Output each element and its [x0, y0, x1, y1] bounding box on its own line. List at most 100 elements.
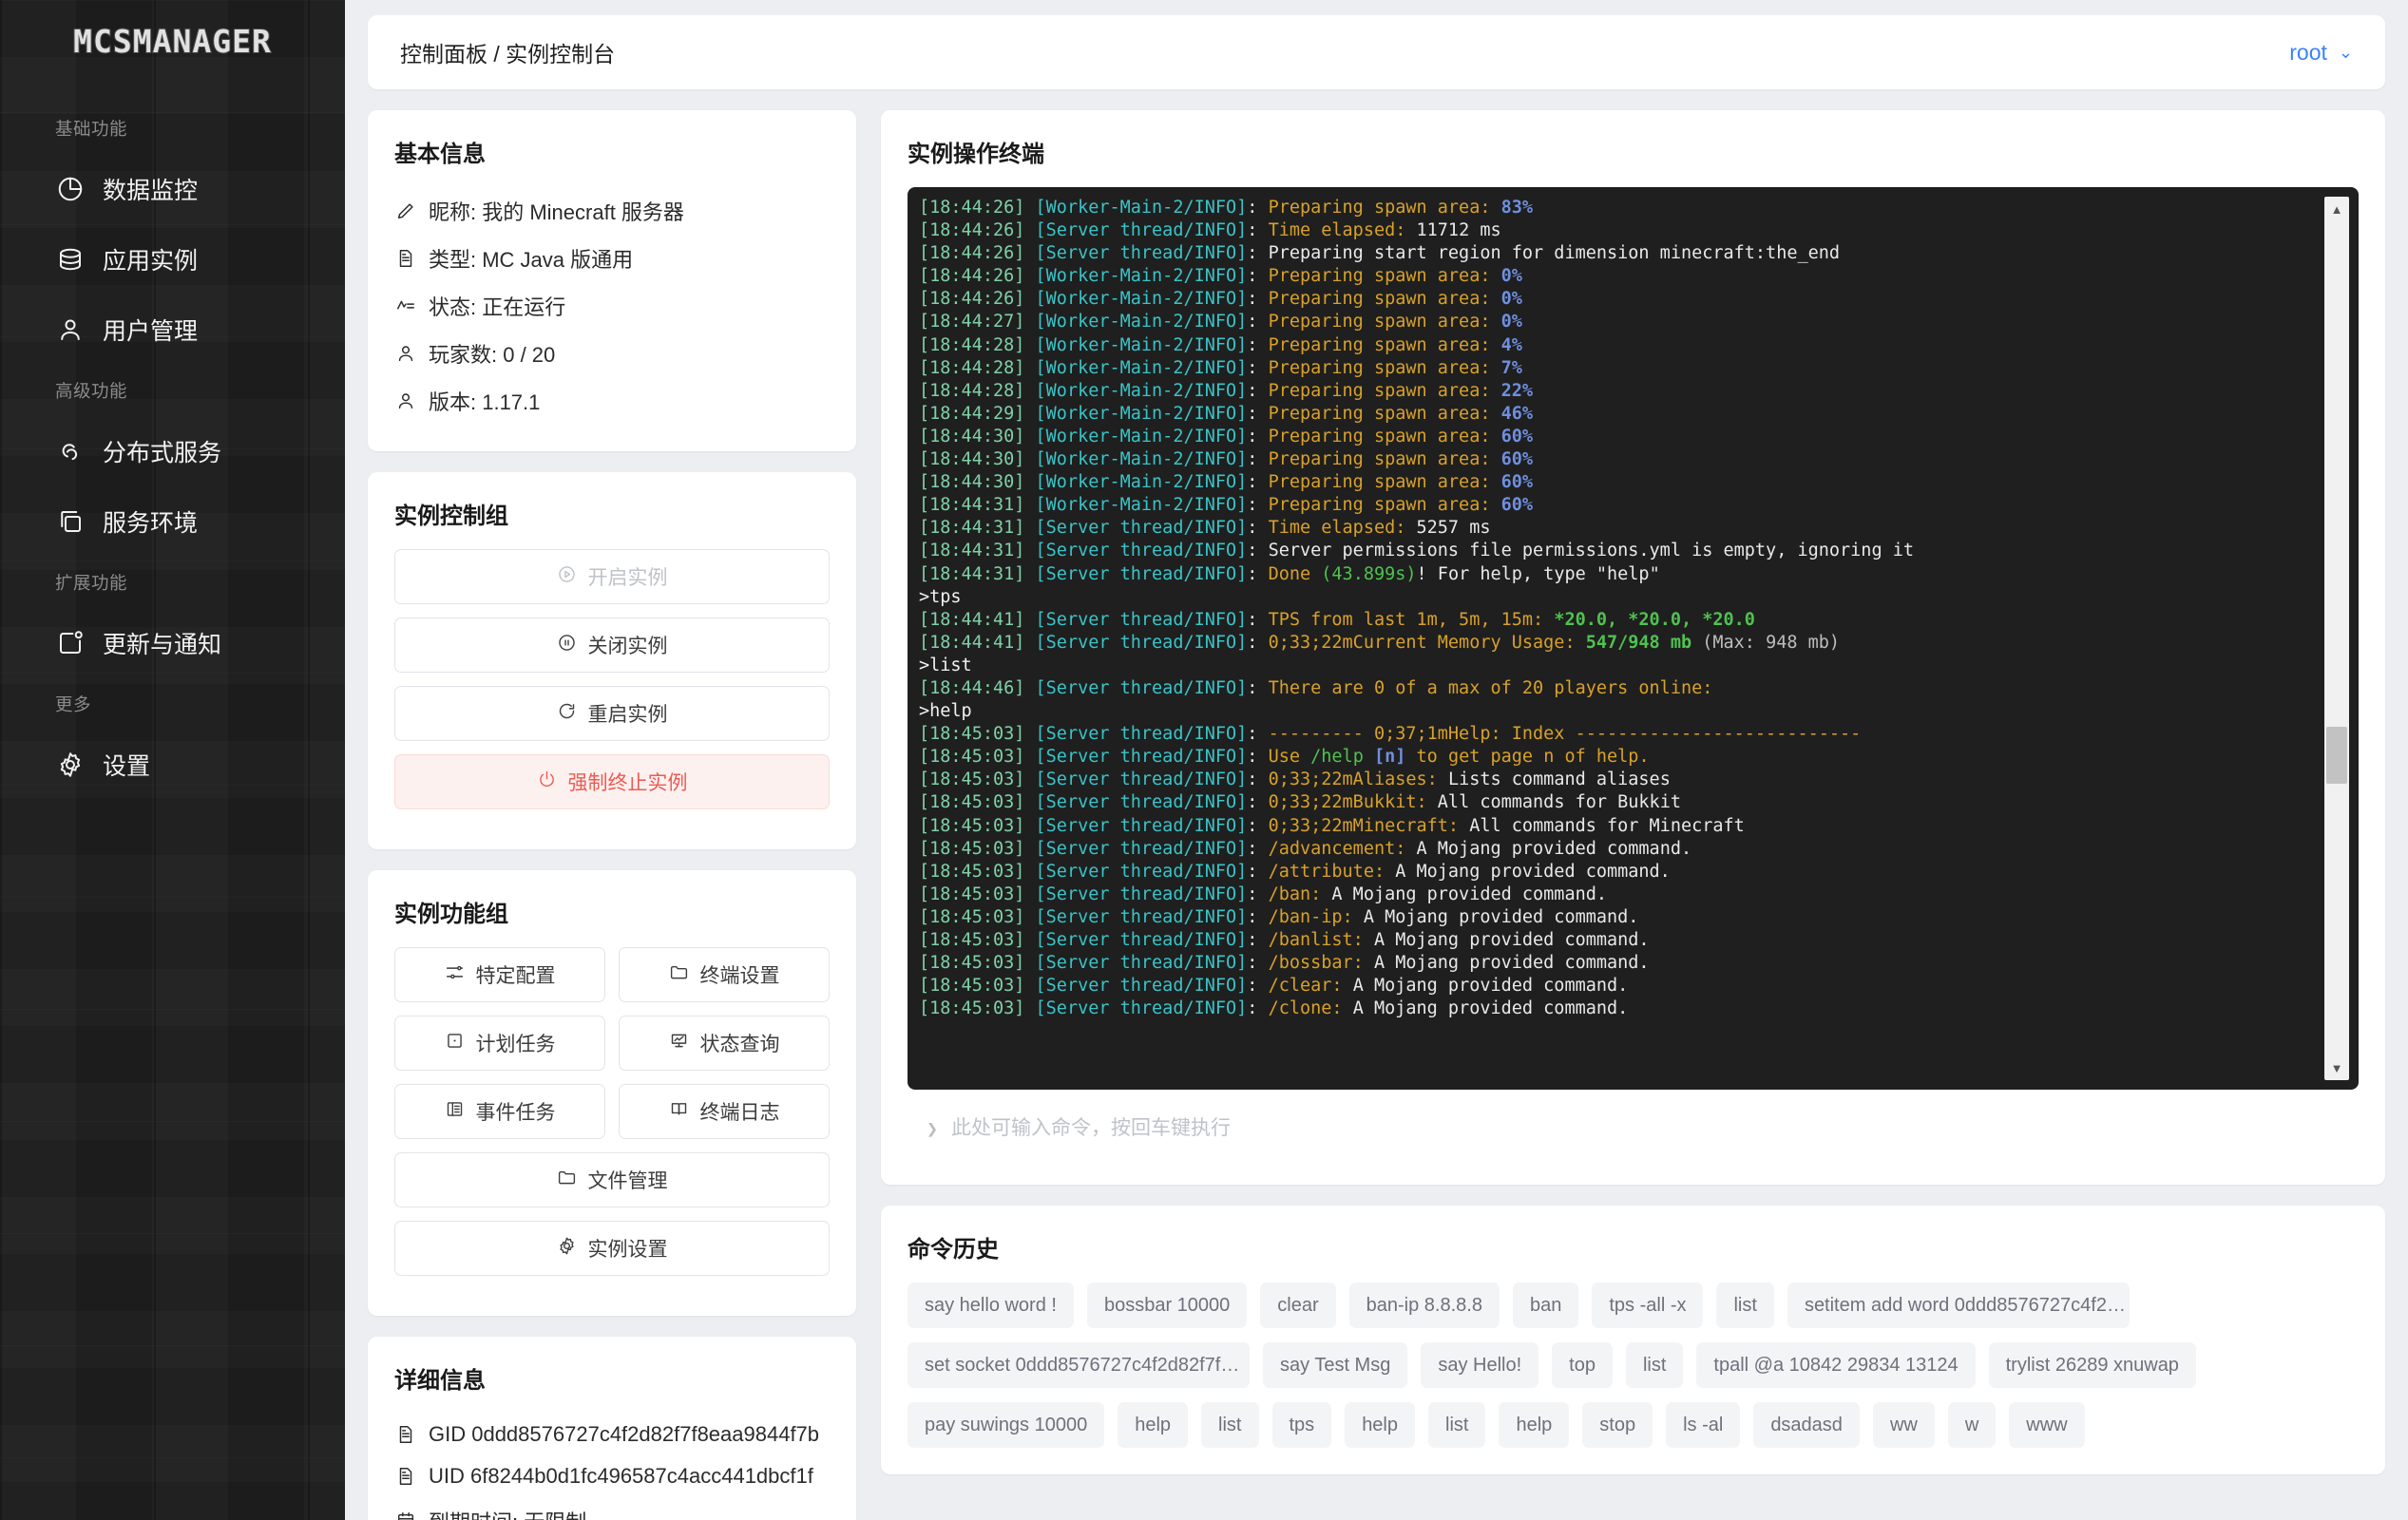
terminal-line: [18:44:31] [Server thread/INFO]: Server … — [919, 540, 2319, 562]
sidebar-group-label: 基础功能 — [0, 103, 345, 154]
history-command-chip[interactable]: list — [1201, 1402, 1258, 1448]
function-button-folder[interactable]: 终端设置 — [619, 947, 830, 1002]
history-command-chip[interactable]: help — [1499, 1402, 1569, 1448]
function-button-book[interactable]: 终端日志 — [619, 1084, 830, 1139]
function-group-card: 实例功能组 特定配置终端设置计划任务状态查询事件任务终端日志 文件管理实例设置 — [368, 870, 856, 1316]
info-row: 类型: MC Java 版通用 — [394, 235, 830, 282]
history-command-chip[interactable]: help — [1118, 1402, 1188, 1448]
terminal-line: [18:44:30] [Worker-Main-2/INFO]: Prepari… — [919, 448, 2319, 471]
sidebar-item-pie-chart[interactable]: 数据监控 — [0, 154, 345, 224]
history-command-chip[interactable]: set socket 0ddd8576727c4f2d82f7f… — [908, 1342, 1250, 1388]
history-command-chip[interactable]: list — [1626, 1342, 1683, 1388]
history-command-chip[interactable]: say hello word ! — [908, 1282, 1074, 1328]
calendar-icon — [394, 1510, 417, 1520]
command-history-card: 命令历史 say hello word !bossbar 10000clearb… — [881, 1206, 2385, 1474]
history-command-chip[interactable]: say Test Msg — [1263, 1342, 1407, 1388]
main-area: 控制面板 / 实例控制台 root ⌄ 基本信息 昵称: 我的 Minecraf… — [345, 0, 2408, 1520]
history-command-chip[interactable]: www — [2009, 1402, 2084, 1448]
sidebar-item-user[interactable]: 用户管理 — [0, 294, 345, 365]
function-button-label: 特定配置 — [476, 960, 556, 989]
terminal-line: [18:44:26] [Server thread/INFO]: Prepari… — [919, 242, 2319, 265]
function-button-list-box[interactable]: 事件任务 — [394, 1084, 605, 1139]
info-row-text: 类型: MC Java 版通用 — [429, 243, 633, 274]
sidebar: MCSMANAGER 基础功能数据监控应用实例用户管理高级功能分布式服务服务环境… — [0, 0, 345, 1520]
command-input-wrapper[interactable]: ❯ — [908, 1099, 2359, 1158]
history-command-chip[interactable]: ban-ip 8.8.8.8 — [1349, 1282, 1500, 1328]
topbar: 控制面板 / 实例控制台 root ⌄ — [368, 15, 2385, 89]
terminal-scrollbar[interactable]: ▲ ▼ — [2324, 197, 2349, 1080]
terminal-line: [18:44:31] [Server thread/INFO]: Time el… — [919, 517, 2319, 540]
folder-icon — [557, 1168, 577, 1193]
sidebar-item-link-cloud[interactable]: 分布式服务 — [0, 416, 345, 486]
book-icon — [669, 1099, 689, 1125]
sidebar-item-label: 设置 — [103, 748, 150, 782]
history-command-chip[interactable]: stop — [1582, 1402, 1653, 1448]
info-row: 玩家数: 0 / 20 — [394, 330, 830, 377]
control-group-card: 实例控制组 开启实例关闭实例重启实例强制终止实例 — [368, 472, 856, 849]
history-command-chip[interactable]: pay suwings 10000 — [908, 1402, 1104, 1448]
sidebar-item-gear[interactable]: 设置 — [0, 730, 345, 800]
history-command-chip[interactable]: list — [1428, 1402, 1485, 1448]
history-command-chip[interactable]: tps -all -x — [1592, 1282, 1703, 1328]
control-button-refresh[interactable]: 重启实例 — [394, 686, 830, 741]
terminal-card: 实例操作终端 [18:44:26] [Worker-Main-2/INFO]: … — [881, 110, 2385, 1185]
logo-text: MCSMANAGER — [73, 23, 272, 60]
history-command-chip[interactable]: setitem add word 0ddd8576727c4f2… — [1787, 1282, 2130, 1328]
function-button-calendar-dot[interactable]: 计划任务 — [394, 1016, 605, 1071]
scroll-down-arrow-icon[interactable]: ▼ — [2324, 1057, 2349, 1078]
user-icon — [55, 314, 86, 345]
history-command-chip[interactable]: dsadasd — [1753, 1402, 1860, 1448]
chart-box-icon — [669, 1031, 689, 1056]
history-command-chip[interactable]: help — [1345, 1402, 1415, 1448]
history-command-chip[interactable]: clear — [1260, 1282, 1335, 1328]
terminal-line: [18:44:31] [Server thread/INFO]: Done (4… — [919, 563, 2319, 586]
history-command-chip[interactable]: say Hello! — [1421, 1342, 1538, 1388]
terminal-line: [18:45:03] [Server thread/INFO]: /clear:… — [919, 975, 2319, 998]
sidebar-item-database[interactable]: 应用实例 — [0, 224, 345, 294]
terminal-output[interactable]: [18:44:26] [Worker-Main-2/INFO]: Prepari… — [919, 197, 2319, 1080]
control-button-play-circle: 开启实例 — [394, 549, 830, 604]
history-command-chip[interactable]: trylist 26289 xnuwap — [1989, 1342, 2196, 1388]
history-command-chip[interactable]: ww — [1873, 1402, 1935, 1448]
terminal-line: [18:45:03] [Server thread/INFO]: /ban-ip… — [919, 906, 2319, 929]
info-row-text: 昵称: 我的 Minecraft 服务器 — [429, 196, 684, 226]
terminal-shell: [18:44:26] [Worker-Main-2/INFO]: Prepari… — [908, 187, 2359, 1090]
prompt-icon: ❯ — [927, 1117, 938, 1140]
history-command-chip[interactable]: list — [1716, 1282, 1773, 1328]
function-button-chart-box[interactable]: 状态查询 — [619, 1016, 830, 1071]
pause-circle-icon — [557, 633, 577, 658]
control-button-power[interactable]: 强制终止实例 — [394, 754, 830, 809]
history-command-chip[interactable]: ban — [1513, 1282, 1578, 1328]
terminal-line: [18:45:03] [Server thread/INFO]: 0;33;22… — [919, 791, 2319, 814]
control-button-pause-circle[interactable]: 关闭实例 — [394, 618, 830, 673]
scrollbar-thumb[interactable] — [2326, 727, 2347, 784]
terminal-line: [18:45:03] [Server thread/INFO]: /banlis… — [919, 929, 2319, 952]
history-command-chip[interactable]: tpall @a 10842 29834 13124 — [1696, 1342, 1975, 1388]
sidebar-group-label: 高级功能 — [0, 365, 345, 416]
command-input[interactable] — [951, 1117, 2340, 1140]
terminal-line: [18:44:26] [Worker-Main-2/INFO]: Prepari… — [919, 197, 2319, 219]
terminal-line: [18:44:26] [Server thread/INFO]: Time el… — [919, 219, 2319, 242]
user-menu-button[interactable]: root ⌄ — [2289, 40, 2353, 66]
pie-chart-icon — [55, 174, 86, 204]
history-command-chip[interactable]: bossbar 10000 — [1087, 1282, 1247, 1328]
function-button-sliders[interactable]: 特定配置 — [394, 947, 605, 1002]
content: 基本信息 昵称: 我的 Minecraft 服务器类型: MC Java 版通用… — [368, 110, 2385, 1520]
scroll-up-arrow-icon[interactable]: ▲ — [2324, 199, 2349, 219]
sidebar-item-notification-box[interactable]: 更新与通知 — [0, 608, 345, 678]
sidebar-item-layers[interactable]: 服务环境 — [0, 486, 345, 557]
terminal-line: [18:44:26] [Worker-Main-2/INFO]: Prepari… — [919, 265, 2319, 288]
history-command-chip[interactable]: tps — [1272, 1402, 1332, 1448]
history-command-chip[interactable]: w — [1948, 1402, 1996, 1448]
function-button-full-gear[interactable]: 实例设置 — [394, 1221, 830, 1276]
history-command-chip[interactable]: ls -al — [1666, 1402, 1740, 1448]
terminal-line: [18:45:03] [Server thread/INFO]: /attrib… — [919, 861, 2319, 884]
sidebar-nav: 基础功能数据监控应用实例用户管理高级功能分布式服务服务环境扩展功能更新与通知更多… — [0, 82, 345, 800]
terminal-line: [18:44:30] [Worker-Main-2/INFO]: Prepari… — [919, 426, 2319, 448]
function-button-full-folder[interactable]: 文件管理 — [394, 1152, 830, 1207]
gear-icon — [55, 750, 86, 780]
history-command-chip[interactable]: top — [1552, 1342, 1613, 1388]
folder-icon — [669, 962, 689, 988]
logo[interactable]: MCSMANAGER — [0, 0, 345, 82]
left-column: 基本信息 昵称: 我的 Minecraft 服务器类型: MC Java 版通用… — [368, 110, 856, 1520]
